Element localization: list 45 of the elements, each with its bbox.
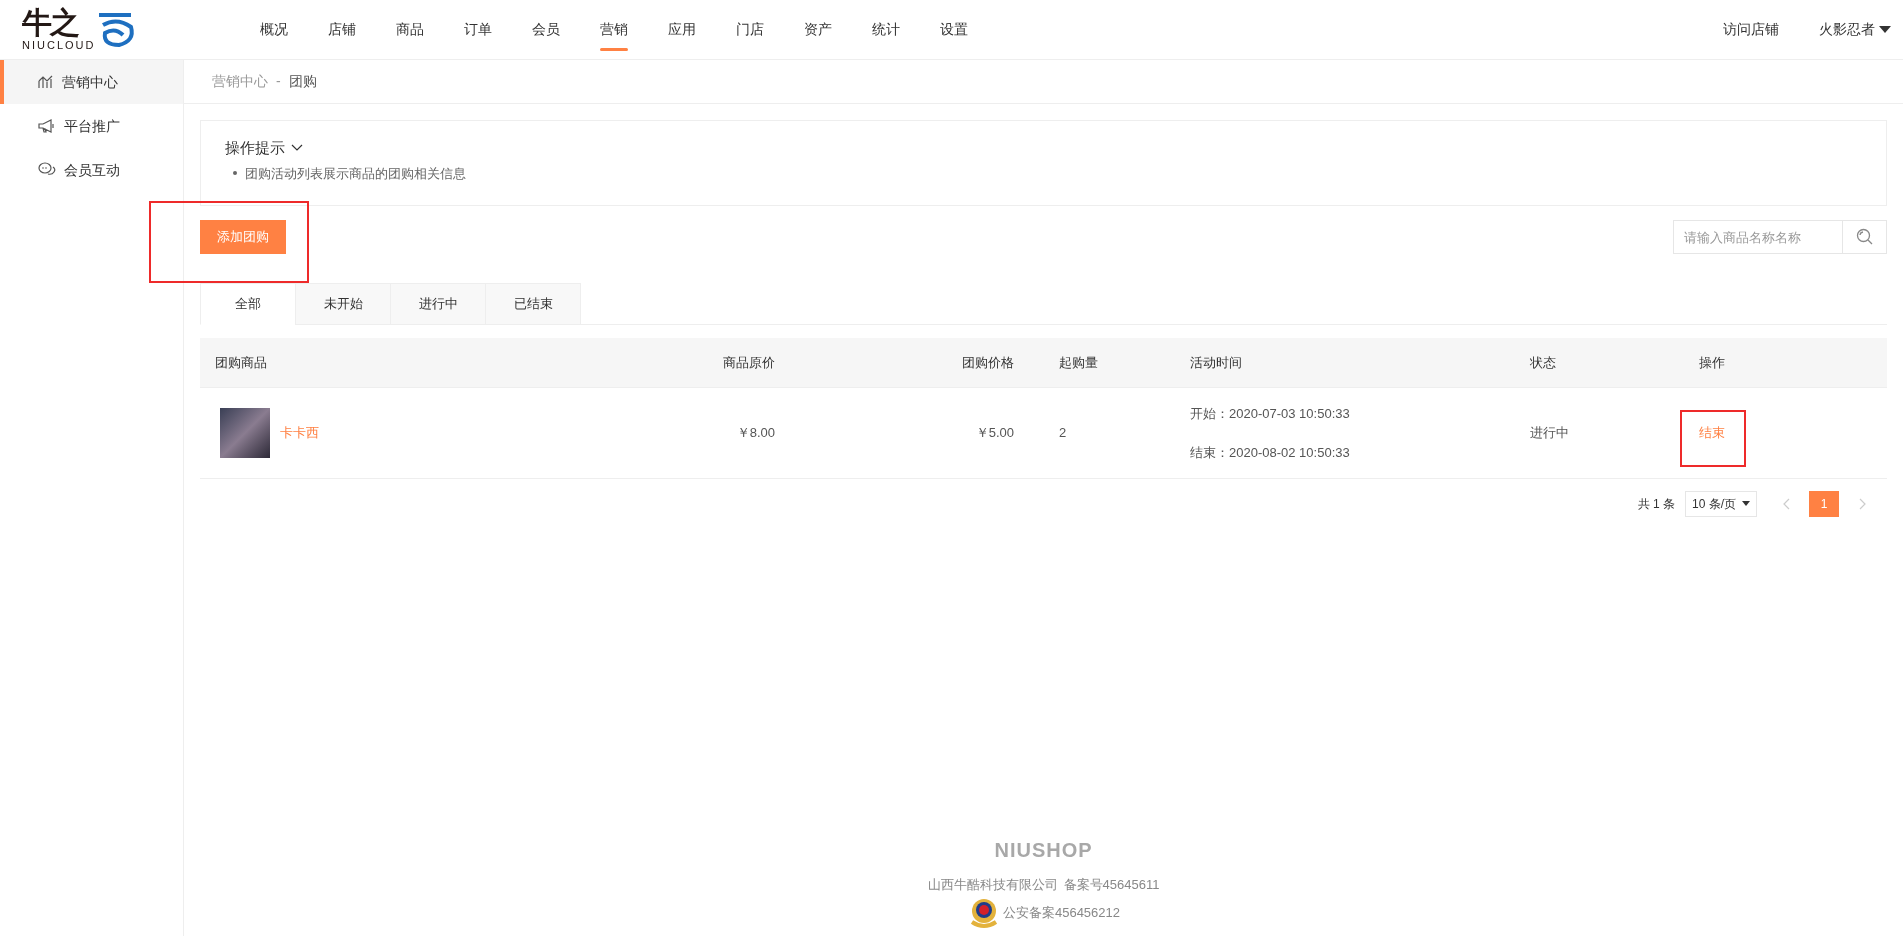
column-header: 团购商品	[214, 353, 268, 372]
nav-tab[interactable]: 店铺	[308, 0, 376, 59]
nav-tab[interactable]: 门店	[716, 0, 784, 59]
visit-store-link[interactable]: 访问店铺	[1723, 19, 1779, 40]
breadcrumb-link[interactable]: 团购	[288, 71, 317, 92]
column-header: 团购价格	[961, 353, 1014, 372]
nav-tab[interactable]: 资产	[784, 0, 852, 59]
sidebar-item[interactable]: 营销中心	[0, 60, 183, 104]
tip-text: 团购活动列表展示商品的团购相关信息	[245, 164, 466, 183]
filter-tab[interactable]: 进行中	[390, 283, 486, 325]
sidebar-item[interactable]: 会员互动	[0, 148, 183, 192]
sidebar-item[interactable]: 平台推广	[0, 104, 183, 148]
logo: 牛之 NIUCLOUD	[0, 8, 184, 51]
police-record-link[interactable]: 公安备案456456212	[1002, 903, 1121, 923]
total-count: 共 1 条	[1637, 496, 1675, 513]
footer-logo: NIUSHOP	[994, 837, 1093, 863]
table-cell-text: 进行中	[1529, 424, 1570, 443]
filter-tab[interactable]: 未开始	[295, 283, 391, 325]
nav-tab[interactable]: 营销	[580, 0, 648, 59]
tips-title: 操作提示	[225, 138, 285, 158]
user-menu[interactable]: 火影忍者	[1819, 19, 1891, 40]
end-time: 结束：2020-08-02 10:50:33	[1190, 444, 1351, 462]
nav-tab[interactable]: 设置	[920, 0, 988, 59]
company-name: 山西牛酷科技有限公司	[927, 875, 1058, 894]
column-header: 商品原价	[722, 353, 775, 372]
nav-tab[interactable]: 会员	[512, 0, 580, 59]
column-header: 活动时间	[1189, 353, 1243, 372]
nav-tab[interactable]: 概况	[240, 0, 308, 59]
table-cell-text: ￥5.00	[974, 424, 1014, 443]
table-cell-text: ￥8.00	[735, 424, 775, 443]
column-header: 起购量	[1058, 353, 1099, 372]
nav-tab[interactable]: 应用	[648, 0, 716, 59]
start-time: 开始：2020-07-03 10:50:33	[1190, 404, 1351, 423]
filter-tab[interactable]: 已结束	[485, 283, 581, 325]
table-cell-text: 2	[1058, 424, 1068, 443]
column-header: 操作	[1698, 353, 1726, 372]
nav-tab[interactable]: 订单	[444, 0, 512, 59]
column-header: 状态	[1529, 353, 1557, 372]
nav-tab[interactable]: 商品	[376, 0, 444, 59]
icp-link[interactable]: 备案号45645611	[1063, 874, 1160, 894]
breadcrumb-separator: -	[276, 72, 281, 91]
page-size-select[interactable]: 10 条/页	[1685, 491, 1757, 517]
filter-tab[interactable]: 全部	[200, 283, 296, 325]
search-field[interactable]: 请输入商品名称名称	[1673, 220, 1843, 254]
nav-tab[interactable]: 统计	[852, 0, 920, 59]
